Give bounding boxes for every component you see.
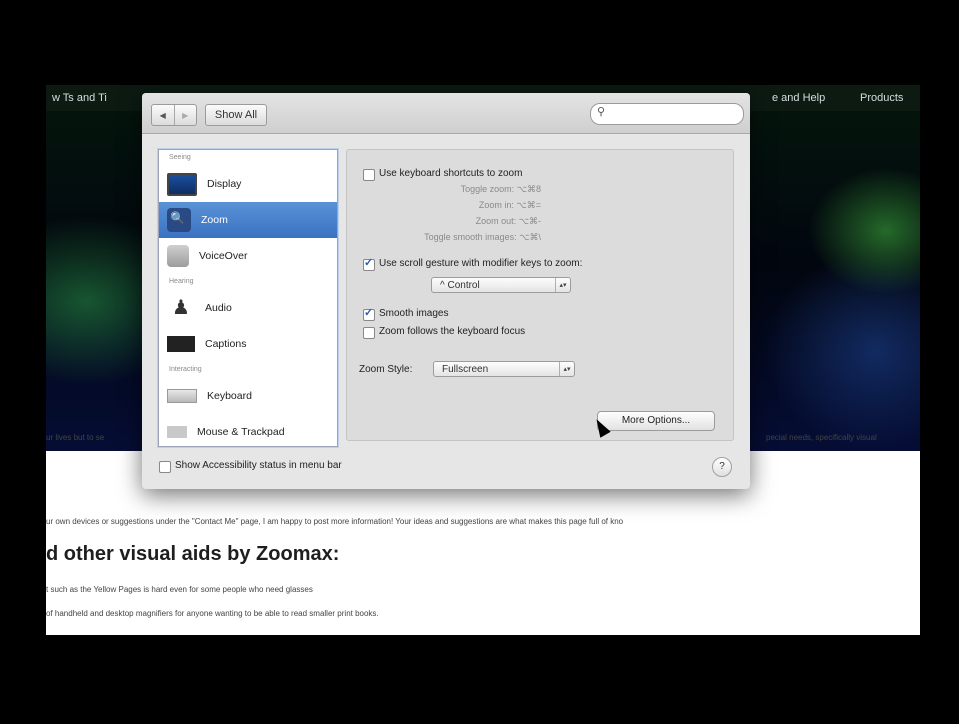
mouse-icon	[167, 426, 187, 438]
shortcut-toggle-zoom: Toggle zoom: ⌥⌘8	[460, 184, 541, 194]
section-header-interacting: Interacting	[169, 366, 202, 373]
scroll-gesture-checkbox[interactable]	[363, 256, 375, 271]
sidebar-item-label: Zoom	[201, 214, 228, 226]
search-icon: ⚲	[597, 106, 606, 118]
sidebar-item-display[interactable]: Display	[159, 166, 337, 202]
sidebar-item-label: Audio	[205, 302, 232, 314]
sidebar-item-label: Keyboard	[207, 390, 252, 402]
sidebar-item-keyboard[interactable]: Keyboard	[159, 378, 337, 414]
help-button[interactable]: ?	[712, 457, 732, 477]
scroll-gesture-label: Use scroll gesture with modifier keys to…	[379, 258, 583, 269]
shortcut-zoom-out: Zoom out: ⌥⌘-	[475, 216, 541, 226]
follow-focus-checkbox[interactable]	[363, 327, 375, 339]
sidebar-item-captions[interactable]: Captions	[159, 326, 337, 362]
captions-icon	[167, 336, 195, 352]
web-text-line: t such as the Yellow Pages is hard even …	[46, 585, 313, 594]
more-options-button[interactable]: More Options...	[597, 411, 715, 431]
sidebar-item-voiceover[interactable]: VoiceOver	[159, 238, 337, 274]
smooth-images-checkbox[interactable]	[363, 306, 375, 321]
sidebar-item-label: Mouse & Trackpad	[197, 426, 285, 438]
follow-focus-label: Zoom follows the keyboard focus	[379, 326, 526, 337]
web-text-line: of handheld and desktop magnifiers for a…	[46, 609, 379, 618]
back-forward-buttons: ◀ ▶	[151, 104, 197, 126]
sidebar-item-label: Display	[207, 178, 242, 190]
web-nav-link[interactable]: w Ts and Ti	[52, 92, 107, 104]
sidebar-item-mouse-trackpad[interactable]: Mouse & Trackpad	[159, 414, 337, 446]
web-heading: d other visual aids by Zoomax:	[46, 543, 340, 565]
forward-arrow-icon[interactable]: ▶	[173, 105, 197, 125]
keyboard-icon	[167, 389, 197, 403]
web-text-line: ur lives but to se	[46, 433, 105, 442]
zoom-style-popup[interactable]: Fullscreen ▴▾	[433, 361, 575, 377]
updown-arrows-icon: ▴▾	[559, 362, 574, 376]
updown-arrows-icon: ▴▾	[555, 278, 570, 292]
show-all-button[interactable]: Show All	[205, 104, 267, 126]
zoom-style-label: Zoom Style:	[359, 364, 413, 375]
modifier-key-popup[interactable]: ^ Control ▴▾	[431, 277, 571, 293]
web-nav-link[interactable]: e and Help	[772, 92, 825, 104]
keyboard-shortcuts-label: Use keyboard shortcuts to zoom	[379, 168, 523, 179]
voiceover-icon	[167, 245, 189, 267]
zoom-settings-pane: Use keyboard shortcuts to zoom Toggle zo…	[346, 149, 734, 441]
search-field[interactable]: ⚲	[590, 103, 744, 125]
shortcut-toggle-smooth: Toggle smooth images: ⌥⌘\	[424, 232, 541, 242]
sidebar-item-zoom[interactable]: Zoom	[159, 202, 337, 238]
section-header-hearing: Hearing	[169, 278, 194, 285]
window-toolbar: ◀ ▶ Show All ⚲	[142, 93, 750, 134]
audio-icon: ♟	[172, 297, 190, 319]
smooth-images-label: Smooth images	[379, 308, 449, 319]
back-arrow-icon[interactable]: ◀	[152, 105, 174, 125]
section-header-seeing: Seeing	[169, 154, 191, 161]
keyboard-shortcuts-checkbox[interactable]	[363, 169, 375, 181]
web-text-line: pecial needs, specifically visual	[766, 433, 877, 442]
sidebar-item-label: VoiceOver	[199, 250, 248, 262]
modifier-key-value: ^ Control	[440, 280, 480, 291]
web-text-line: ur own devices or suggestions under the …	[46, 517, 624, 526]
accessibility-preferences-window: ◀ ▶ Show All ⚲ Seeing Display Zoom Voice…	[142, 93, 750, 489]
show-status-label: Show Accessibility status in menu bar	[175, 460, 342, 471]
zoom-icon	[167, 208, 191, 232]
category-list: Seeing Display Zoom VoiceOver Hearing ♟ …	[158, 149, 338, 447]
show-status-checkbox[interactable]	[159, 461, 171, 473]
sidebar-item-audio[interactable]: ♟ Audio	[159, 290, 337, 326]
shortcut-zoom-in: Zoom in: ⌥⌘=	[478, 200, 541, 210]
sidebar-item-label: Captions	[205, 338, 247, 350]
zoom-style-value: Fullscreen	[442, 364, 489, 375]
display-icon	[167, 172, 197, 196]
web-nav-link[interactable]: Products	[860, 92, 903, 104]
